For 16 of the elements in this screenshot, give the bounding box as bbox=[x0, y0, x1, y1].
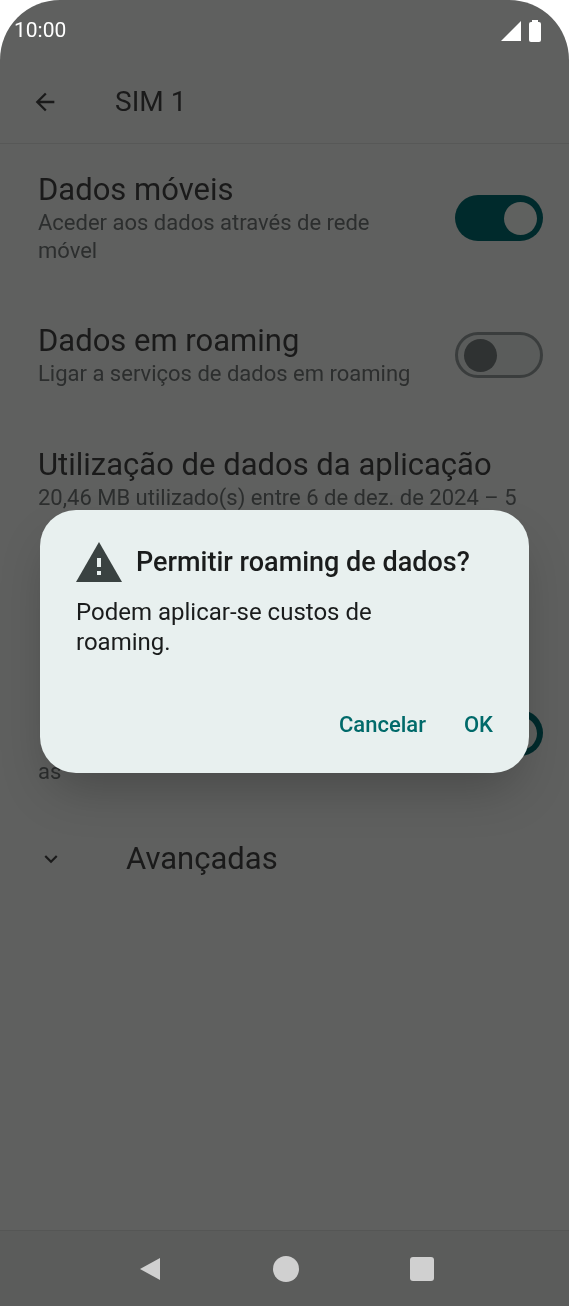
setting-title: Utilização de dados da aplicação bbox=[38, 446, 493, 484]
toggle-switch[interactable] bbox=[455, 332, 543, 378]
home-icon[interactable] bbox=[271, 1254, 300, 1283]
signal-icon bbox=[501, 21, 521, 41]
setting-title: Dados em roaming bbox=[38, 322, 301, 360]
dialog-message: Podem aplicar-se custos de roaming. bbox=[76, 596, 373, 657]
recents-icon[interactable] bbox=[409, 1256, 434, 1281]
status-time: 10:00 bbox=[14, 17, 67, 45]
toggle-switch[interactable] bbox=[455, 195, 543, 241]
setting-title: Dados móveis bbox=[38, 171, 235, 209]
warning-icon bbox=[76, 542, 122, 583]
screen-title: SIM 1 bbox=[115, 83, 187, 120]
battery-icon bbox=[529, 20, 541, 42]
dialog-button[interactable]: Cancelar bbox=[326, 702, 438, 747]
dialog-button[interactable]: OK bbox=[451, 702, 505, 747]
dialog-title: Permitir roaming de dados? bbox=[136, 545, 470, 580]
